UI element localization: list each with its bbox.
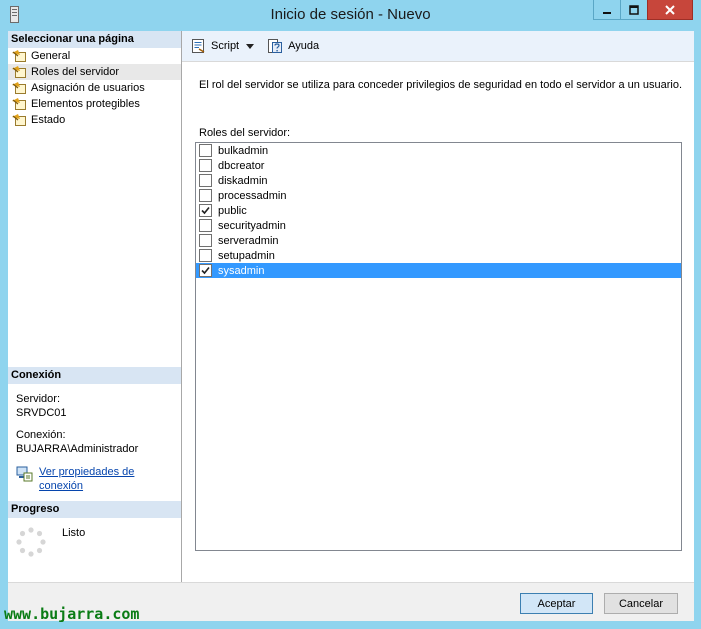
close-button[interactable] <box>647 0 693 20</box>
minimize-button[interactable] <box>593 0 621 20</box>
login-dialog-window: Inicio de sesión - Nuevo Seleccionar una… <box>0 0 701 629</box>
server-roles-label: Roles del servidor: <box>199 127 291 139</box>
role-row-securityadmin[interactable]: securityadmin <box>196 218 681 233</box>
maximize-button[interactable] <box>620 0 648 20</box>
role-checkbox-processadmin[interactable] <box>199 189 212 202</box>
page-selector-header: Seleccionar una página <box>8 31 181 48</box>
role-row-setupadmin[interactable]: setupadmin <box>196 248 681 263</box>
script-label: Script <box>211 40 240 52</box>
role-checkbox-setupadmin[interactable] <box>199 249 212 262</box>
role-name: serveradmin <box>218 234 279 247</box>
close-icon <box>665 4 675 15</box>
script-button[interactable]: Script <box>186 35 243 57</box>
progress-status: Listo <box>62 527 86 539</box>
connection-header: Conexión <box>8 367 181 384</box>
ok-button[interactable]: Aceptar <box>520 593 593 614</box>
sidebar-item-status[interactable]: Estado <box>8 112 181 128</box>
role-checkbox-sysadmin[interactable] <box>199 264 212 277</box>
view-connection-properties[interactable]: Ver propiedades de conexión <box>16 465 173 493</box>
role-row-serveradmin[interactable]: serveradmin <box>196 233 681 248</box>
dialog-client-area: Seleccionar una página General Roles del… <box>8 31 694 621</box>
role-name: processadmin <box>218 189 287 202</box>
role-name: securityadmin <box>218 219 286 232</box>
view-connection-properties-link[interactable]: Ver propiedades de <box>39 465 134 479</box>
left-panel: Seleccionar una página General Roles del… <box>8 31 182 582</box>
role-row-bulkadmin[interactable]: bulkadmin <box>196 143 681 158</box>
role-row-diskadmin[interactable]: diskadmin <box>196 173 681 188</box>
sidebar-item-label: General <box>31 50 71 62</box>
checkmark-icon <box>201 266 210 275</box>
role-row-processadmin[interactable]: processadmin <box>196 188 681 203</box>
minimize-icon <box>603 11 611 14</box>
role-row-dbcreator[interactable]: dbcreator <box>196 158 681 173</box>
server-value: SRVDC01 <box>16 407 67 419</box>
help-icon <box>268 39 283 53</box>
role-checkbox-diskadmin[interactable] <box>199 174 212 187</box>
role-checkbox-securityadmin[interactable] <box>199 219 212 232</box>
sidebar-item-securables[interactable]: Elementos protegibles <box>8 96 181 112</box>
connection-section: Conexión Servidor: SRVDC01 Conexión: BUJ… <box>8 367 181 499</box>
role-checkbox-dbcreator[interactable] <box>199 159 212 172</box>
server-roles-list[interactable]: bulkadmin dbcreator diskadmin processadm… <box>195 142 682 551</box>
role-name: sysadmin <box>218 264 265 277</box>
progress-spinner-icon <box>16 527 46 557</box>
role-name: diskadmin <box>218 174 268 187</box>
role-checkbox-serveradmin[interactable] <box>199 234 212 247</box>
page-icon <box>12 114 26 126</box>
view-connection-properties-link-cont[interactable]: conexión <box>39 479 134 493</box>
connection-properties-icon <box>16 466 33 482</box>
page-icon <box>12 98 26 110</box>
page-icon <box>12 82 26 94</box>
connection-label: Conexión: <box>16 429 66 441</box>
checkmark-icon <box>201 206 210 215</box>
main-panel: Script Ayuda El rol del servidor se util… <box>182 31 694 582</box>
role-name: setupadmin <box>218 249 275 262</box>
chevron-down-icon <box>246 43 255 49</box>
progress-header: Progreso <box>8 501 181 518</box>
sidebar-item-label: Estado <box>31 114 66 126</box>
sidebar-item-general[interactable]: General <box>8 48 181 64</box>
progress-section: Progreso Listo <box>8 501 181 566</box>
toolbar: Script Ayuda <box>182 31 694 62</box>
help-label: Ayuda <box>288 40 320 52</box>
sidebar-item-label: Roles del servidor <box>31 66 120 78</box>
server-label: Servidor: <box>16 393 61 405</box>
script-dropdown-button[interactable] <box>243 35 257 57</box>
cancel-button[interactable]: Cancelar <box>604 593 678 614</box>
sidebar-item-server-roles[interactable]: Roles del servidor <box>8 64 181 80</box>
page-icon <box>12 50 26 62</box>
role-row-sysadmin[interactable]: sysadmin <box>196 263 681 278</box>
help-button[interactable]: Ayuda <box>263 35 323 57</box>
maximize-icon <box>629 4 639 15</box>
role-checkbox-public[interactable] <box>199 204 212 217</box>
role-checkbox-bulkadmin[interactable] <box>199 144 212 157</box>
script-icon <box>192 39 205 53</box>
watermark: www.bujarra.com <box>4 605 140 623</box>
role-name: dbcreator <box>218 159 265 172</box>
role-name: bulkadmin <box>218 144 269 157</box>
page-selector-list: General Roles del servidor Asignación de… <box>8 48 181 128</box>
server-role-description: El rol del servidor se utiliza para conc… <box>199 79 683 91</box>
page-icon <box>12 66 26 78</box>
sidebar-item-label: Elementos protegibles <box>31 98 140 110</box>
role-row-public[interactable]: public <box>196 203 681 218</box>
title-bar[interactable]: Inicio de sesión - Nuevo <box>0 0 701 31</box>
connection-value: BUJARRA\Administrador <box>16 443 139 455</box>
role-name: public <box>218 204 247 217</box>
sidebar-item-user-mapping[interactable]: Asignación de usuarios <box>8 80 181 96</box>
sidebar-item-label: Asignación de usuarios <box>31 82 145 94</box>
